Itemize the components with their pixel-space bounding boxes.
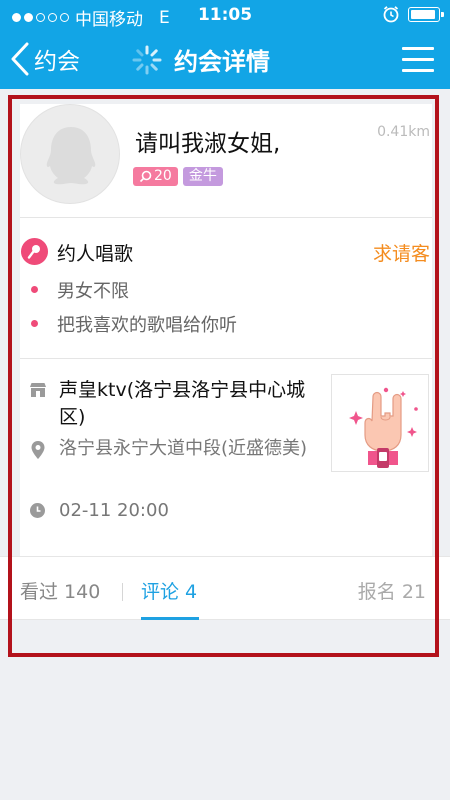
active-tab-indicator (141, 617, 199, 620)
clock-icon (30, 503, 45, 518)
divider (20, 217, 432, 218)
gender-age-badge: 20 (133, 167, 178, 186)
activity-topic: 约人唱歌 (57, 243, 134, 265)
detail-gender-requirement: 男女不限 (57, 281, 129, 302)
status-bar: 中国移动 E 11:05 (0, 0, 450, 30)
distance-label: 0.41km (377, 124, 430, 140)
back-label: 约会 (34, 49, 80, 75)
bullet-dot (31, 320, 38, 327)
page-title: 约会详情 (174, 48, 270, 76)
alarm-icon (383, 6, 399, 23)
venue-address[interactable]: 洛宁县永宁大道中段(近盛德美) (59, 435, 319, 462)
tab-viewed[interactable]: 看过 140 (20, 577, 100, 604)
tab-bar: 看过 140 评论 4 报名 21 (0, 556, 450, 620)
venue-name[interactable]: 声皇ktv(洛宁县洛宁县中心城区) (59, 377, 319, 431)
detail-description: 把我喜欢的歌唱给你听 (57, 315, 237, 336)
default-avatar-icon (46, 127, 96, 185)
battery-icon (408, 6, 444, 22)
loading-spinner-icon (132, 45, 162, 74)
user-name: 请叫我淑女姐, (135, 131, 281, 157)
date-detail-card: 请叫我淑女姐, 0.41km 20 金牛 约人唱歌 求请客 男女不限 把我喜欢的… (20, 104, 432, 556)
chevron-left-icon (11, 42, 29, 76)
header: 中国移动 E 11:05 约会 约会详情 (0, 0, 450, 89)
back-button[interactable]: 约会 (10, 40, 80, 78)
location-pin-icon (31, 441, 45, 459)
event-datetime: 02-11 20:00 (59, 500, 169, 521)
rock-hand-icon (349, 387, 418, 468)
microphone-icon (21, 238, 48, 265)
payment-type: 求请客 (372, 243, 430, 265)
tab-signups[interactable]: 报名 21 (358, 577, 426, 604)
divider (20, 358, 432, 359)
female-gender-icon (139, 170, 152, 183)
avatar[interactable] (20, 104, 120, 204)
zodiac-badge: 金牛 (182, 167, 223, 186)
tab-separator (122, 583, 123, 601)
bullet-dot (31, 286, 38, 293)
activity-illustration (331, 374, 429, 472)
menu-button[interactable] (402, 45, 434, 73)
navigation-bar: 约会 约会详情 (0, 30, 450, 89)
age-label: 20 (154, 168, 172, 184)
store-icon (30, 383, 46, 397)
tab-comments[interactable]: 评论 4 (141, 577, 197, 604)
